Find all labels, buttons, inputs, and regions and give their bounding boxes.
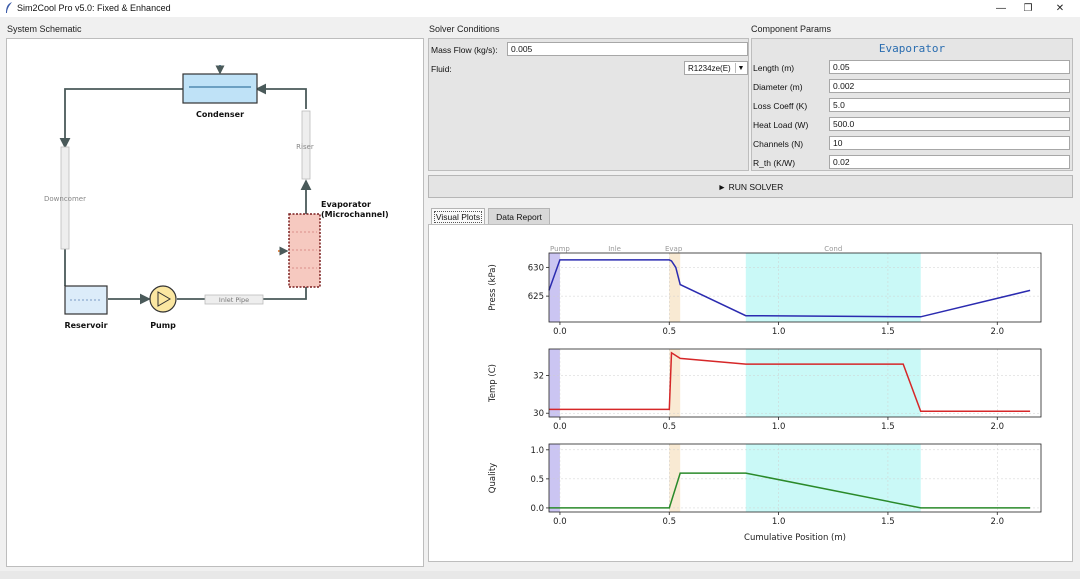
- x-tick-label: 0.5: [663, 422, 677, 432]
- riser-label: Riser: [296, 143, 314, 151]
- downcomer-label: Downcomer: [44, 195, 86, 203]
- schematic-section-label: System Schematic: [7, 24, 82, 34]
- fluid-select-value: R1234ze(E): [688, 64, 731, 73]
- y-tick-label: 0.0: [530, 504, 544, 514]
- x-tick-label: 1.0: [772, 327, 786, 337]
- status-bar: [0, 571, 1080, 579]
- mass-flow-input[interactable]: [507, 42, 748, 56]
- title-bar: Sim2Cool Pro v5.0: Fixed & Enhanced — ❐ …: [0, 0, 1080, 17]
- x-tick-label: 2.0: [991, 517, 1005, 527]
- inlet-pipe-label: Inlet Pipe: [219, 296, 249, 304]
- run-solver-button[interactable]: ► RUN SOLVER: [428, 175, 1073, 198]
- region-label: Pump: [550, 245, 570, 253]
- tab-visual-plots-label: Visual Plots: [433, 210, 483, 223]
- param-label: Loss Coeff (K): [753, 101, 808, 111]
- component-title: Evaporator: [878, 42, 946, 55]
- region-band: [549, 349, 560, 417]
- tab-data-report-label: Data Report: [496, 211, 542, 222]
- evaporator-block[interactable]: [288, 213, 321, 288]
- param-input[interactable]: [829, 117, 1070, 131]
- x-tick-label: 1.5: [881, 517, 895, 527]
- x-tick-label: 0.5: [663, 327, 677, 337]
- plot-canvas: 0.0 0.5 1.0 1.5 2.0 625 630 Press (kPa) 0.0 0.5 1.…: [488, 245, 1042, 543]
- x-tick-label: 0.5: [663, 517, 677, 527]
- param-label: Diameter (m): [753, 82, 803, 92]
- condenser-block[interactable]: [182, 73, 258, 104]
- pump-label: Pump: [150, 321, 176, 330]
- x-tick-label: 0.0: [553, 422, 567, 432]
- tab-data-report[interactable]: Data Report: [488, 208, 550, 224]
- region-band: [549, 444, 560, 512]
- region-label: Inle: [608, 245, 621, 253]
- param-label: R_th (K/W): [753, 158, 796, 168]
- x-tick-label: 0.0: [553, 327, 567, 337]
- param-input[interactable]: [829, 98, 1070, 112]
- y-tick-label: 1.0: [530, 446, 544, 456]
- x-tick-label: 1.5: [881, 422, 895, 432]
- mass-flow-label: Mass Flow (kg/s):: [431, 45, 498, 55]
- restore-icon: ❐: [1023, 3, 1033, 14]
- reservoir-label: Reservoir: [64, 321, 107, 330]
- close-button[interactable]: ✕: [1040, 0, 1080, 17]
- region-band: [745, 253, 921, 322]
- param-input[interactable]: [829, 60, 1070, 74]
- x-tick-label: 1.5: [881, 327, 895, 337]
- params-section-label: Component Params: [751, 24, 832, 34]
- tab-visual-plots[interactable]: Visual Plots: [431, 208, 485, 224]
- plot-area: 0.0 0.5 1.0 1.5 2.0 625 630 Press (kPa) 0.0 0.5 1.…: [428, 224, 1073, 562]
- x-axis-label: Cumulative Position (m): [744, 533, 846, 543]
- fluid-label: Fluid:: [431, 64, 452, 74]
- y-axis-label: Press (kPa): [488, 264, 498, 311]
- feather-icon: [6, 2, 12, 13]
- region-label: Evap: [665, 245, 683, 253]
- param-input[interactable]: [829, 155, 1070, 169]
- x-tick-label: 2.0: [991, 327, 1005, 337]
- condenser-label: Condenser: [196, 110, 244, 119]
- x-tick-label: 2.0: [991, 422, 1005, 432]
- param-label: Heat Load (W): [753, 120, 809, 130]
- y-tick-label: 32: [533, 371, 544, 381]
- x-tick-label: 1.0: [772, 422, 786, 432]
- y-tick-label: 630: [528, 263, 544, 273]
- y-axis-label: Quality: [488, 463, 498, 493]
- param-label: Length (m): [753, 63, 795, 73]
- region-label: Cond: [824, 245, 842, 253]
- minimize-icon: —: [996, 3, 1006, 14]
- y-tick-label: 625: [528, 292, 544, 302]
- param-input[interactable]: [829, 136, 1070, 150]
- x-tick-label: 1.0: [772, 517, 786, 527]
- param-label: Channels (N): [753, 139, 804, 149]
- dropdown-arrow-icon[interactable]: ▼: [735, 63, 746, 73]
- region-band: [669, 253, 681, 322]
- window-title: Sim2Cool Pro v5.0: Fixed & Enhanced: [17, 3, 171, 13]
- y-tick-label: 30: [533, 409, 544, 419]
- evaporator-sublabel: (Microchannel): [321, 210, 389, 219]
- solver-section-label: Solver Conditions: [429, 24, 500, 34]
- x-tick-label: 0.0: [553, 517, 567, 527]
- schematic-canvas: Condenser Riser Downcomer Evaporator (Mi…: [44, 65, 389, 330]
- schematic-panel: Condenser Riser Downcomer Evaporator (Mi…: [6, 38, 424, 567]
- fluid-select[interactable]: R1234ze(E) ▼: [684, 61, 748, 75]
- close-icon: ✕: [1055, 3, 1065, 14]
- y-tick-label: 0.5: [530, 475, 544, 485]
- solver-panel: [428, 38, 749, 171]
- region-band: [745, 349, 921, 417]
- evaporator-label: Evaporator: [321, 200, 371, 209]
- y-axis-label: Temp (C): [488, 364, 498, 403]
- param-input[interactable]: [829, 79, 1070, 93]
